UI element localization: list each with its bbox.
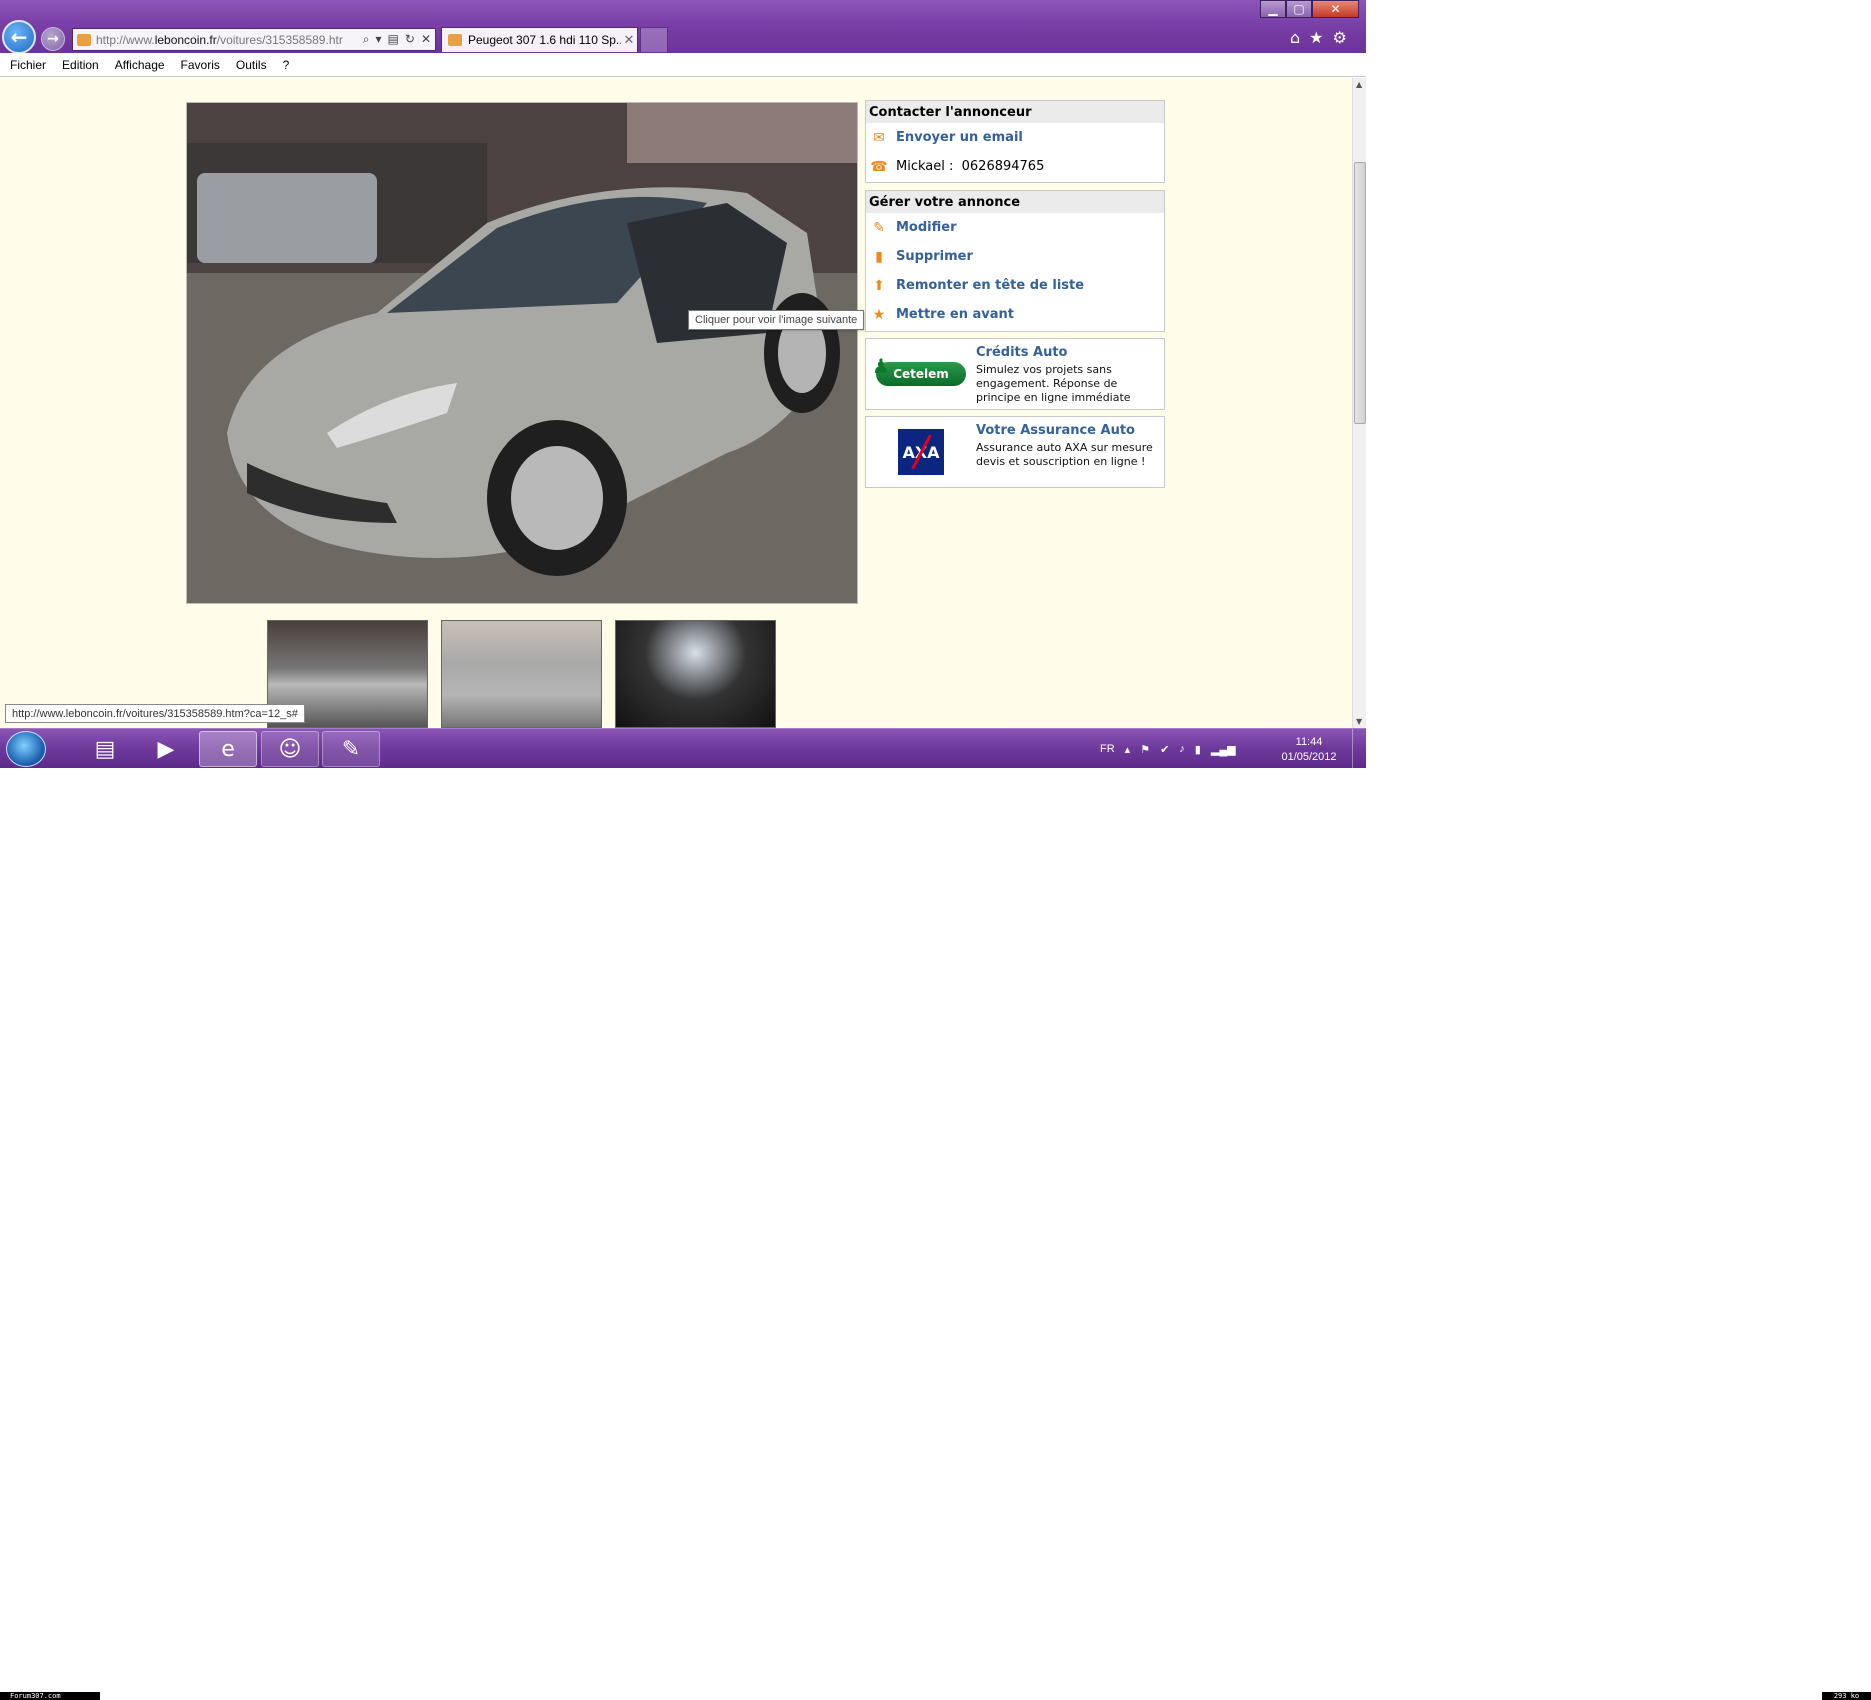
star-badge-icon: ★: [872, 306, 886, 323]
forward-arrow-icon: →: [47, 31, 59, 47]
ad-cetelem-desc: Simulez vos projets sans engagement. Rép…: [976, 363, 1131, 404]
menu-fichier[interactable]: Fichier: [10, 58, 46, 72]
ad-axa-title[interactable]: Votre Assurance Auto: [976, 423, 1164, 438]
axa-logo: AXA: [898, 429, 944, 475]
start-button[interactable]: [6, 731, 46, 767]
menu-favoris[interactable]: Favoris: [181, 58, 220, 72]
email-row[interactable]: ✉ Envoyer un email: [866, 123, 1164, 152]
dropdown-icon[interactable]: ▾: [376, 32, 382, 47]
close-window-button[interactable]: ✕: [1312, 0, 1359, 18]
language-indicator[interactable]: FR: [1100, 743, 1115, 755]
internet-explorer-icon[interactable]: e: [199, 731, 257, 767]
show-desktop-button[interactable]: [1352, 729, 1366, 769]
star-icon[interactable]: ★: [1309, 28, 1323, 47]
forward-button[interactable]: →: [41, 27, 65, 51]
ad-cetelem-title[interactable]: Crédits Auto: [976, 345, 1164, 360]
tab-title: Peugeot 307 1.6 hdi 110 Sp...: [468, 33, 621, 47]
action-modify[interactable]: ✎ Modifier: [866, 213, 1164, 242]
browser-tools: ⌂ ★ ⚙: [1290, 28, 1347, 47]
modify-link[interactable]: Modifier: [896, 220, 957, 235]
contact-name: Mickael :: [896, 159, 954, 174]
site-favicon-icon: [77, 33, 91, 46]
tab-close-icon[interactable]: ✕: [621, 32, 637, 48]
scrollbar-thumb[interactable]: [1354, 162, 1366, 424]
stop-icon[interactable]: ✕: [421, 32, 431, 47]
thumbnail-3[interactable]: [615, 620, 776, 728]
menu-affichage[interactable]: Affichage: [115, 58, 165, 72]
send-email-link[interactable]: Envoyer un email: [896, 130, 1023, 145]
bump-link[interactable]: Remonter en tête de liste: [896, 278, 1084, 293]
tab-favicon-icon: [448, 34, 462, 46]
pencil-icon: ✎: [873, 219, 885, 236]
maximize-button[interactable]: ▢: [1286, 0, 1312, 18]
contact-panel: Contacter l'annonceur ✉ Envoyer un email…: [865, 100, 1165, 183]
manage-panel: Gérer votre annonce ✎ Modifier ▮ Supprim…: [865, 190, 1165, 332]
watermark-right: 293 ko: [1822, 1692, 1871, 1700]
watermark-left: Forum307.com: [0, 1692, 100, 1700]
messenger-icon[interactable]: ☺: [261, 731, 319, 767]
browser-chrome: ← → http://www.leboncoin.fr/voitures/315…: [0, 0, 1366, 54]
battery-icon[interactable]: ▮: [1195, 743, 1201, 756]
delete-link[interactable]: Supprimer: [896, 249, 973, 264]
feature-link[interactable]: Mettre en avant: [896, 307, 1014, 322]
next-image-tooltip: Cliquer pour voir l'image suivante: [688, 310, 865, 330]
cetelem-logo: ♟ Cetelem: [872, 354, 966, 386]
search-icon[interactable]: ⌕: [363, 32, 370, 47]
arrow-up-icon: ⬆: [873, 277, 885, 294]
clock-date: 01/05/2012: [1281, 751, 1337, 763]
menu-help[interactable]: ?: [283, 58, 290, 72]
ad-axa[interactable]: AXA Votre Assurance Auto Assurance auto …: [865, 416, 1165, 488]
clock-time: 11:44: [1295, 736, 1323, 748]
action-center-flag-icon[interactable]: ⚑: [1140, 743, 1150, 756]
phone-number: 0626894765: [961, 159, 1045, 174]
explorer-icon[interactable]: ▤: [76, 731, 134, 767]
tray-expand-icon[interactable]: ▴: [1125, 743, 1131, 756]
action-bump[interactable]: ⬆ Remonter en tête de liste: [866, 271, 1164, 300]
contact-title: Contacter l'annonceur: [866, 101, 1164, 123]
back-button[interactable]: ←: [2, 20, 36, 54]
cetelem-man-icon: ♟: [872, 354, 890, 378]
compatibility-view-icon[interactable]: ▤: [388, 32, 399, 47]
phone-icon: ☎: [870, 158, 888, 175]
ad-axa-desc: Assurance auto AXA sur mesure devis et s…: [976, 441, 1153, 468]
menu-edition[interactable]: Edition: [62, 58, 99, 72]
new-tab-button[interactable]: [640, 27, 668, 52]
menu-outils[interactable]: Outils: [236, 58, 267, 72]
refresh-icon[interactable]: ↻: [405, 32, 415, 47]
ad-cetelem[interactable]: ♟ Cetelem Crédits Auto Simulez vos proje…: [865, 338, 1165, 410]
envelope-icon: ✉: [873, 129, 885, 146]
address-bar[interactable]: http://www.leboncoin.fr/voitures/3153585…: [72, 28, 436, 51]
gear-icon[interactable]: ⚙: [1333, 28, 1347, 47]
system-tray: FR ▴ ⚑ ✔ ♪ ▮ ▂▄▆: [1080, 729, 1236, 769]
volume-icon[interactable]: ♪: [1179, 743, 1185, 755]
clock[interactable]: 11:44 01/05/2012: [1272, 735, 1346, 765]
menu-bar: Fichier Edition Affichage Favoris Outils…: [0, 53, 1366, 77]
phone-row: ☎ Mickael : 0626894765: [866, 152, 1164, 181]
thumbnail-2[interactable]: [441, 620, 602, 728]
page-viewport: Cliquer pour voir l'image suivante Conta…: [0, 78, 1352, 728]
car-illustration: [187, 103, 857, 603]
main-car-photo[interactable]: [186, 102, 858, 604]
home-icon[interactable]: ⌂: [1290, 28, 1300, 47]
media-player-icon[interactable]: ▶: [137, 731, 195, 767]
scroll-down-icon[interactable]: ▼: [1356, 717, 1362, 726]
action-feature[interactable]: ★ Mettre en avant: [866, 300, 1164, 329]
back-arrow-icon: ←: [10, 25, 28, 49]
taskbar: ▤ ▶ e ☺ ✎ FR ▴ ⚑ ✔ ♪ ▮ ▂▄▆ 11:44 01/05/2…: [0, 728, 1366, 769]
address-url[interactable]: http://www.leboncoin.fr/voitures/3153585…: [96, 33, 359, 47]
network-signal-icon[interactable]: ▂▄▆: [1211, 743, 1236, 756]
action-delete[interactable]: ▮ Supprimer: [866, 242, 1164, 271]
vertical-scrollbar[interactable]: ▲ ▼: [1352, 78, 1366, 728]
tab-listing[interactable]: Peugeot 307 1.6 hdi 110 Sp... ✕: [441, 27, 638, 52]
manage-title: Gérer votre annonce: [866, 191, 1164, 213]
trash-icon: ▮: [875, 248, 883, 265]
paint-icon[interactable]: ✎: [322, 731, 380, 767]
minimize-button[interactable]: ▁: [1260, 0, 1286, 18]
security-check-icon[interactable]: ✔: [1160, 743, 1169, 756]
window-controls: ▁ ▢ ✕: [1260, 0, 1359, 18]
status-url-tooltip: http://www.leboncoin.fr/voitures/3153585…: [5, 704, 305, 723]
scroll-up-icon[interactable]: ▲: [1356, 80, 1362, 89]
